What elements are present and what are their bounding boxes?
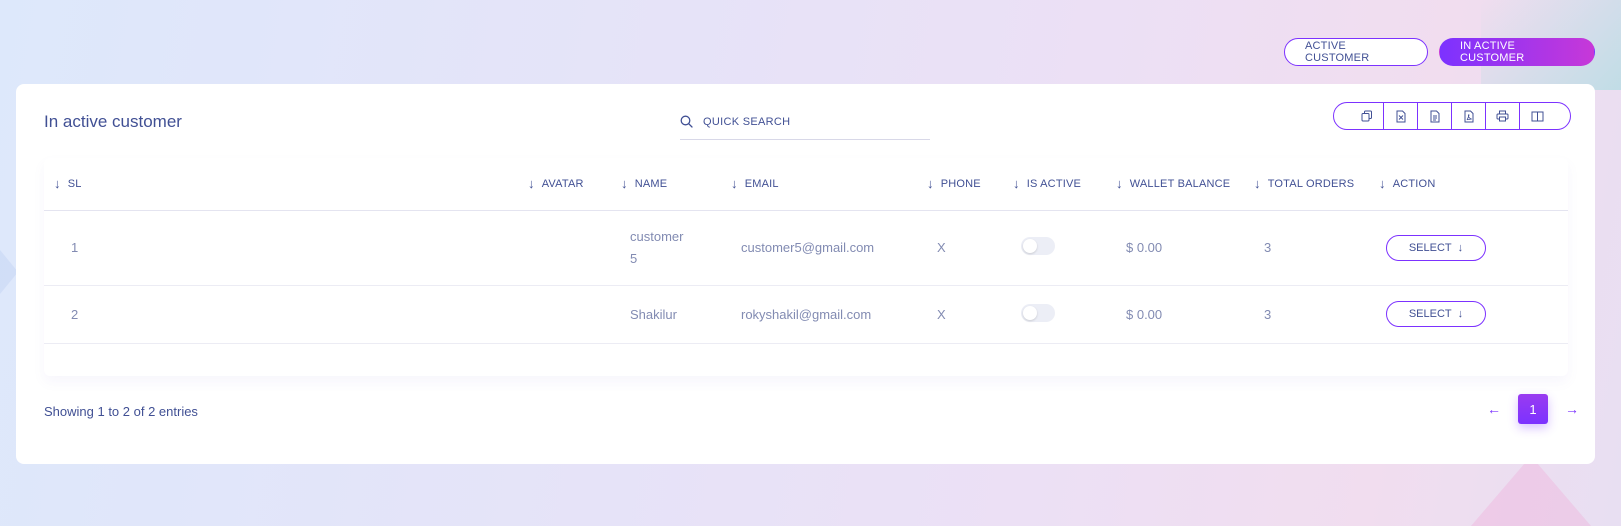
cell-avatar [520,210,613,286]
inactive-customer-button[interactable]: IN ACTIVE CUSTOMER [1439,38,1595,66]
column-header-sl[interactable]: ↓ SL [44,158,520,211]
arrow-down-icon: ↓ [1457,241,1464,254]
csv-icon [1430,110,1439,122]
table-header-row: ↓ SL ↓ AVATAR ↓ NAME ↓ EMAIL ↓ PHONE ↓ IS ACTI… [44,158,1568,211]
customer-table: ↓ SL ↓ AVATAR ↓ NAME ↓ EMAIL ↓ PHONE ↓ IS ACTI… [44,158,1568,376]
cell-sl: 2 [44,285,520,344]
cell-email: customer5@gmail.com [723,210,919,286]
cell-avatar [520,285,613,344]
column-header-name[interactable]: ↓ NAME [613,158,723,211]
search-input[interactable] [703,115,913,128]
cell-is-active [1005,285,1108,344]
sort-arrow-icon: ↓ [621,176,628,192]
background-shape [1471,456,1591,526]
excel-button[interactable] [1384,103,1418,129]
print-button[interactable] [1486,103,1520,129]
cell-total-orders: 3 [1246,285,1371,344]
table-row: 2 Shakilur rokyshakil@gmail.com X $ 0.00… [44,285,1568,344]
column-header-action[interactable]: ↓ ACTION [1371,158,1568,211]
cell-action: SELECT ↓ [1371,210,1568,286]
csv-button[interactable] [1418,103,1452,129]
sort-arrow-icon: ↓ [54,176,61,192]
sort-arrow-icon: ↓ [1116,176,1123,192]
column-header-email[interactable]: ↓ EMAIL [723,158,919,211]
sort-arrow-icon: ↓ [528,176,535,192]
entries-info: Showing 1 to 2 of 2 entries [44,404,198,419]
column-header-phone[interactable]: ↓ PHONE [919,158,1005,211]
cell-phone: X [919,285,1005,344]
arrow-down-icon: ↓ [1457,308,1464,320]
copy-button[interactable] [1350,103,1384,129]
pdf-icon [1464,110,1473,122]
search-icon [680,115,693,128]
cell-sl: 1 [44,210,520,286]
sort-arrow-icon: ↓ [731,176,738,192]
customer-table-card: In active customer QUICK SEARCH ↓ SL ↓ A… [16,84,1595,464]
active-customer-button[interactable]: ACTIVE CUSTOMER [1284,38,1428,66]
columns-icon [1531,111,1543,121]
table-row: 1 customer 5 customer5@gmail.com X $ 0.00… [44,210,1568,286]
cell-wallet-balance: $ 0.00 [1108,210,1246,286]
excel-icon [1396,110,1405,122]
cell-is-active [1005,210,1108,286]
previous-page-icon[interactable]: ← [1484,401,1504,417]
select-action-button[interactable]: SELECT ↓ [1386,234,1486,261]
cell-action: SELECT ↓ [1371,285,1568,344]
column-header-avatar[interactable]: ↓ AVATAR [520,158,613,211]
active-toggle[interactable] [1021,237,1055,256]
copy-icon [1361,110,1372,122]
pagination: ← 1 → [1484,394,1582,424]
quick-search [680,104,930,140]
pdf-button[interactable] [1452,103,1486,129]
sort-arrow-icon: ↓ [1379,176,1386,192]
cell-name: customer 5 [613,210,723,286]
print-icon [1496,110,1509,122]
sort-arrow-icon: ↓ [1013,176,1020,192]
column-header-wallet-balance[interactable]: ↓ WALLET BALANCE [1108,158,1246,211]
page-button-current[interactable]: 1 [1518,394,1548,424]
select-action-button[interactable]: SELECT ↓ [1386,301,1486,327]
next-page-icon[interactable]: → [1562,401,1582,417]
cell-total-orders: 3 [1246,210,1371,286]
active-toggle[interactable] [1021,303,1055,322]
export-toolbar [1333,102,1571,130]
column-header-is-active[interactable]: ↓ IS ACTIVE [1005,158,1108,211]
columns-button[interactable] [1520,103,1554,129]
cell-wallet-balance: $ 0.00 [1108,285,1246,344]
sort-arrow-icon: ↓ [927,176,934,192]
sort-arrow-icon: ↓ [1254,176,1261,192]
cell-email: rokyshakil@gmail.com [723,285,919,344]
customer-filter-buttons: ACTIVE CUSTOMER IN ACTIVE CUSTOMER [1284,38,1595,66]
cell-phone: X [919,210,1005,286]
page-title: In active customer [44,112,182,131]
cell-name: Shakilur [613,285,723,344]
column-header-total-orders[interactable]: ↓ TOTAL ORDERS [1246,158,1371,211]
